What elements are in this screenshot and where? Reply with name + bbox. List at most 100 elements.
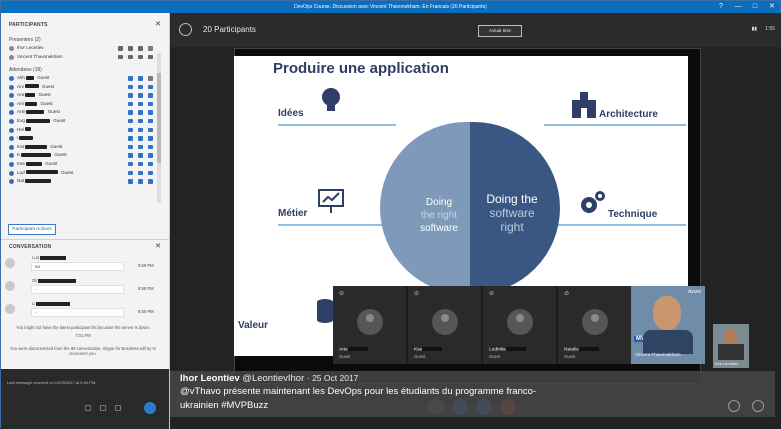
- participant-actions-button[interactable]: Participant Actions: [8, 224, 56, 235]
- video-icon: [138, 54, 143, 60]
- help-button[interactable]: ?: [717, 1, 725, 13]
- participants-scrollbar[interactable]: [157, 53, 161, 203]
- attendee-role: Guest: [50, 143, 63, 149]
- tile-role: Guest: [414, 354, 426, 359]
- participants-icon[interactable]: [179, 23, 192, 36]
- muted-mic-icon: ⊘: [564, 291, 570, 297]
- slide-title: Produire une application: [273, 60, 449, 77]
- presenter-name: Vincent Thavonekham: [17, 53, 63, 59]
- video-icon: [148, 179, 153, 184]
- attendee-name: Ara: [17, 92, 25, 98]
- castle-icon: [572, 92, 596, 118]
- attendee-name: I: [17, 135, 19, 141]
- device-settings-icon[interactable]: [728, 400, 740, 412]
- presenter-video-name: Vincent Thavonekham: [635, 352, 681, 357]
- message-time: 6:50 PM: [138, 263, 154, 268]
- presenter-row[interactable]: Vincent Thavonekham: [7, 53, 155, 62]
- video-icon: [138, 46, 143, 51]
- person-icon: [9, 170, 14, 176]
- attendee-name: Akh: [17, 75, 25, 80]
- attendee-row[interactable]: Arte Guest: [7, 108, 155, 117]
- attendee-row[interactable]: I: [7, 134, 155, 143]
- compose-tools: [85, 405, 121, 411]
- attendee-role: Guest: [53, 117, 66, 123]
- conversation-input-area[interactable]: Last message received on 10/25/2017 at 6…: [1, 369, 169, 429]
- window-controls: ? — □ ✕: [717, 1, 776, 13]
- pen-icon[interactable]: [100, 405, 106, 411]
- connector-line: [544, 124, 686, 126]
- maximize-button[interactable]: □: [751, 1, 759, 13]
- scroll-thumb[interactable]: [157, 73, 161, 163]
- close-conversation-icon[interactable]: ✕: [155, 242, 161, 250]
- self-video-preview[interactable]: Ihor Leontiev: [713, 324, 749, 368]
- tweet-text-line-2: ukrainien #MVPBuzz: [180, 400, 269, 411]
- person-icon: [9, 161, 14, 167]
- label-metier: Métier: [278, 208, 308, 219]
- video-icon: [148, 127, 153, 133]
- lightbulb-icon: [322, 88, 340, 111]
- attendee-row[interactable]: Akh Guest: [7, 74, 155, 83]
- attendee-row[interactable]: Arn Guest: [7, 100, 155, 109]
- more-options-icon[interactable]: [752, 400, 764, 412]
- time-indicator: 1:55: [765, 26, 775, 32]
- attendee-row[interactable]: Hel: [7, 126, 155, 135]
- presenter-row[interactable]: Ihor Leontiev: [7, 44, 155, 53]
- label-valeur: Valeur: [238, 320, 269, 331]
- person-icon: [9, 118, 14, 124]
- status-icons: [118, 54, 153, 60]
- video-gallery: ⊘ Arte Guest ⊘ Kse Guest ⊘ Ludmila Guest…: [333, 286, 634, 364]
- share-icon: [128, 144, 133, 150]
- share-icon: [128, 76, 133, 81]
- attendee-row[interactable]: Ani Guest: [7, 83, 155, 92]
- attendee-row[interactable]: Lud Guest: [7, 169, 155, 178]
- close-participants-icon[interactable]: ✕: [155, 20, 161, 28]
- presenter-video[interactable]: Azure MVP Vincent Thavonekham: [631, 286, 705, 364]
- video-icon: [148, 153, 153, 158]
- connector-line: [278, 124, 396, 126]
- avatar-icon: [5, 258, 15, 268]
- message-text: no: [31, 262, 124, 271]
- presenter-face: [653, 296, 681, 330]
- person-icon: [9, 153, 14, 159]
- share-icon: [118, 54, 123, 60]
- attendee-row[interactable]: Ara Guest: [7, 91, 155, 100]
- emoji-icon[interactable]: [115, 405, 121, 411]
- presenter-name: Ihor Leontiev: [17, 45, 44, 50]
- close-window-button[interactable]: ✕: [768, 1, 776, 13]
- attendee-role: Guest: [47, 109, 60, 115]
- connector-line: [278, 224, 390, 226]
- minimize-button[interactable]: —: [734, 1, 742, 13]
- avatar-icon: [5, 281, 15, 291]
- avatar-icon: [5, 304, 15, 314]
- status-icons: [128, 76, 153, 81]
- video-icon: [148, 76, 153, 81]
- status-icons: [128, 84, 153, 90]
- person-icon: [9, 76, 14, 81]
- video-tile[interactable]: ⊘ Natalie Guest: [558, 286, 632, 364]
- notice-time: 7:01 PM: [75, 333, 91, 338]
- video-icon: [148, 110, 153, 115]
- video-tile[interactable]: ⊘ Arte Guest: [333, 286, 407, 364]
- attach-icon[interactable]: [85, 405, 91, 411]
- actual-size-button[interactable]: Actual Size: [478, 25, 522, 37]
- attendee-row[interactable]: Kse Guest: [7, 160, 155, 169]
- person-icon: [9, 46, 14, 51]
- attendee-row[interactable]: Evg Guest: [7, 117, 155, 126]
- presentation-board-icon: [318, 189, 344, 213]
- status-icons: [118, 46, 153, 51]
- mic-icon: [138, 93, 143, 98]
- send-button[interactable]: [144, 402, 156, 414]
- attendee-row[interactable]: Kat Guest: [7, 143, 155, 152]
- mic-icon: [138, 170, 143, 176]
- attendee-row[interactable]: Nat: [7, 177, 155, 186]
- share-icon: [128, 179, 133, 184]
- attendees-list: Akh Guest Ani Guest Ara Guest Arn Guest …: [7, 74, 155, 186]
- message-time: 6:50 PM: [138, 286, 154, 291]
- tile-name: Kse: [414, 347, 443, 352]
- attendee-name: Kat: [17, 143, 24, 149]
- participants-panel-title: PARTICIPANTS: [9, 22, 48, 28]
- attendee-row[interactable]: K Guest: [7, 151, 155, 160]
- video-tile[interactable]: ⊘ Kse Guest: [408, 286, 482, 364]
- video-tile[interactable]: ⊘ Ludmila Guest: [483, 286, 557, 364]
- label-idees: Idées: [278, 108, 304, 119]
